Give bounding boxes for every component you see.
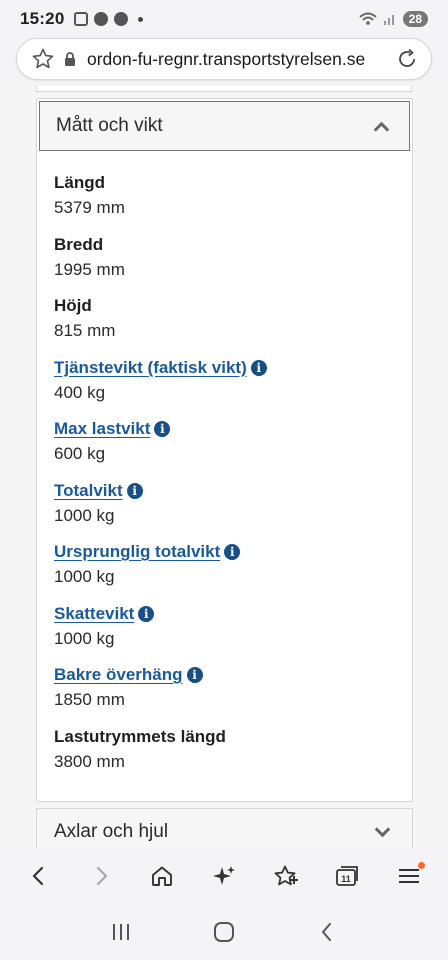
bookmark-star-icon	[274, 865, 298, 886]
section-header[interactable]: Mått och vikt	[39, 101, 410, 151]
spec-label-text: Längd	[54, 173, 105, 192]
spec-value: 815 mm	[54, 321, 116, 340]
spec-value: 1850 mm	[54, 690, 125, 709]
spec-value: 1000 kg	[54, 628, 115, 648]
spec-value: 3800 mm	[54, 751, 125, 771]
spec-label-text: Höjd	[54, 296, 92, 315]
info-icon[interactable]: i	[126, 482, 143, 499]
recent-apps-icon	[113, 924, 130, 940]
reload-icon[interactable]	[395, 47, 419, 71]
screenshot-icon	[74, 12, 89, 26]
previous-section-edge	[36, 86, 412, 92]
spec-value: 1995 mm	[54, 259, 125, 279]
spec-label-link[interactable]: Bakre överhäng i	[54, 663, 412, 687]
messenger-icon	[114, 12, 129, 26]
tabs-button[interactable]: 11	[327, 856, 367, 896]
address-bar[interactable]: ordon-fu-regnr.transportstyrelsen.se	[16, 38, 432, 80]
spec-label-text[interactable]: Max lastvikt	[54, 417, 150, 441]
spec-item: Skattevikt i 1000 kg	[54, 602, 412, 664]
spec-label-text[interactable]: Bakre överhäng	[54, 663, 183, 687]
menu-button[interactable]	[389, 856, 429, 896]
notification-dot	[418, 862, 426, 869]
spec-label-link[interactable]: Ursprunglig totalvikt i	[54, 540, 412, 564]
spec-label-link[interactable]: Skattevikt i	[54, 602, 412, 626]
home-button[interactable]	[142, 856, 182, 896]
info-icon[interactable]: i	[224, 544, 241, 560]
spec-item: Höjd 815 mm	[54, 294, 412, 356]
home-icon	[152, 866, 173, 886]
sparkle-icon	[212, 866, 235, 885]
section-card-matt-och-vikt: Mått och vikt Längd 5379 mm Bredd 1995 mm Hö…	[36, 98, 413, 802]
info-icon[interactable]: i	[138, 605, 155, 622]
back-nav-icon	[321, 923, 331, 941]
system-nav-bar	[0, 904, 448, 960]
chevron-up-icon	[373, 121, 390, 137]
section-body: Längd 5379 mm Bredd 1995 mm Höjd 815 mm Tjänst…	[37, 151, 412, 786]
spec-label: Bredd	[54, 233, 412, 257]
tab-count: 11	[342, 874, 352, 884]
status-time: 15:20	[20, 9, 65, 28]
tabs-icon: 11	[336, 866, 359, 886]
info-icon[interactable]: i	[250, 359, 267, 376]
spec-value: 600 kg	[54, 444, 106, 463]
spec-item: Max lastvikt i 600 kg	[54, 417, 412, 479]
spec-label-text: Bredd	[54, 234, 104, 254]
menu-icon	[399, 869, 420, 883]
back-icon	[32, 866, 43, 886]
home-circle-icon	[213, 922, 234, 942]
section-card-axlar-och-hjul[interactable]: Axlar och hjul	[36, 808, 413, 848]
spec-item: Ursprunglig totalvikt i 1000 kg	[54, 540, 412, 602]
spec-label: Lastutrymmets längd	[54, 725, 412, 749]
browser-address-area: ordon-fu-regnr.transportstyrelsen.se	[0, 38, 448, 86]
lock-icon	[65, 52, 75, 66]
wifi-icon	[358, 12, 377, 25]
spec-label-text[interactable]: Tjänstevikt (faktisk vikt)	[54, 356, 247, 380]
back-nav-button[interactable]	[307, 912, 347, 952]
spec-label-text[interactable]: Skattevikt	[54, 602, 134, 626]
signal-icon	[383, 15, 394, 25]
back-button[interactable]	[19, 856, 59, 896]
info-icon[interactable]: i	[186, 667, 203, 683]
bookmarks-button[interactable]	[266, 856, 306, 896]
more-notifications-icon	[138, 16, 144, 22]
browser-toolbar: 11	[0, 848, 448, 904]
spec-item: Tjänstevikt (faktisk vikt) i 400 kg	[54, 356, 412, 418]
spec-item: Bredd 1995 mm	[54, 233, 412, 295]
next-section-title: Axlar och hjul	[54, 821, 169, 842]
spec-label-text[interactable]: Totalvikt	[54, 479, 123, 503]
spec-label: Höjd	[54, 294, 412, 318]
spec-item: Bakre överhäng i 1850 mm	[54, 663, 412, 725]
spec-item: Längd 5379 mm	[54, 171, 412, 233]
chevron-down-icon	[374, 821, 391, 837]
spec-value: 1000 kg	[54, 567, 115, 586]
spec-value: 5379 mm	[54, 198, 125, 217]
facebook-icon	[94, 12, 109, 26]
spec-label-link[interactable]: Totalvikt i	[54, 479, 412, 503]
section-title: Mått och vikt	[56, 115, 163, 136]
spec-item: Lastutrymmets längd 3800 mm	[54, 725, 412, 787]
web-page: Mått och vikt Längd 5379 mm Bredd 1995 mm Hö…	[0, 86, 448, 848]
bookmark-star-icon[interactable]	[31, 47, 55, 71]
spec-label-link[interactable]: Tjänstevikt (faktisk vikt) i	[54, 356, 412, 380]
assistant-button[interactable]	[204, 856, 244, 896]
forward-button[interactable]	[81, 856, 121, 896]
home-nav-button[interactable]	[204, 912, 244, 952]
spec-label: Längd	[54, 171, 412, 195]
url-text[interactable]: ordon-fu-regnr.transportstyrelsen.se	[87, 49, 395, 70]
info-icon[interactable]: i	[154, 421, 171, 437]
spec-value: 1000 kg	[54, 505, 115, 525]
spec-label-link[interactable]: Max lastvikt i	[54, 417, 412, 441]
spec-item: Totalvikt i 1000 kg	[54, 479, 412, 541]
forward-icon	[96, 866, 107, 886]
spec-label-text: Lastutrymmets längd	[54, 726, 226, 746]
recent-apps-button[interactable]	[101, 912, 141, 952]
spec-label-text[interactable]: Ursprunglig totalvikt	[54, 540, 220, 564]
spec-value: 400 kg	[54, 382, 106, 402]
status-bar: 15:20 28	[0, 0, 448, 38]
battery-indicator: 28	[402, 11, 428, 27]
